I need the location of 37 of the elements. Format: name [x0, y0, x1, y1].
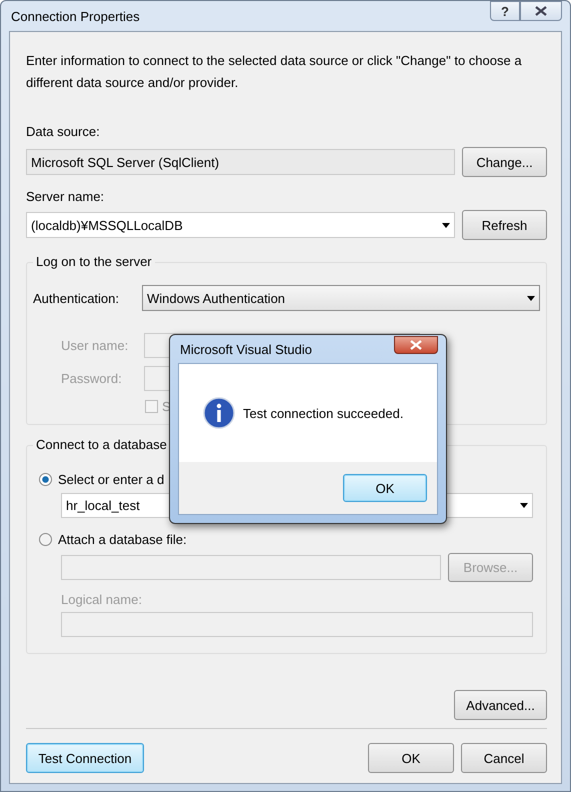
- refresh-button[interactable]: Refresh: [462, 210, 547, 240]
- field-label: Logical name:: [61, 592, 143, 607]
- dialog-button[interactable]: Cancel: [461, 743, 547, 773]
- ok-button[interactable]: OK: [343, 474, 427, 502]
- close-button[interactable]: [520, 1, 562, 21]
- help-button[interactable]: ?: [490, 1, 520, 21]
- advanced-button[interactable]: Advanced...: [454, 690, 547, 720]
- close-button[interactable]: [394, 336, 438, 354]
- field-label: User name:: [61, 338, 130, 353]
- radio-button[interactable]: [39, 473, 52, 486]
- dropdown-arrow-icon: [520, 503, 528, 508]
- field-label: Data source:: [26, 124, 101, 139]
- radio-button[interactable]: [39, 533, 52, 546]
- instructions-text: Enter information to connect to the selected data source or click "Change" to choose a different data source and/or provider.: [26, 52, 523, 92]
- change-button[interactable]: Change...: [462, 147, 547, 177]
- message-text: Test connection succeeded.: [243, 406, 404, 420]
- message-box-title: Microsoft Visual Studio: [180, 342, 313, 356]
- radio-label: Select or enter a d: [58, 472, 164, 487]
- field-label: Password:: [61, 371, 123, 386]
- server-name-combo[interactable]: (localdb)¥MSSQLLocalDB: [26, 212, 455, 238]
- logical-name-field[interactable]: [61, 612, 533, 637]
- dropdown-arrow-icon: [527, 296, 535, 300]
- close-icon: [410, 340, 422, 350]
- file-path-field[interactable]: [61, 555, 441, 580]
- group-title: Log on to the server: [33, 254, 155, 269]
- data-source-field: Microsoft SQL Server (SqlClient): [26, 149, 455, 175]
- dialog-button[interactable]: Test Connection: [26, 743, 144, 773]
- field-label: Authentication:: [33, 290, 120, 306]
- group-title: Connect to a database: [33, 437, 170, 452]
- radio-label: Attach a database file:: [58, 532, 187, 547]
- authentication-combo[interactable]: Windows Authentication: [142, 285, 540, 311]
- close-icon: [535, 6, 547, 16]
- dialog-button[interactable]: OK: [368, 743, 454, 773]
- dropdown-arrow-icon: [442, 222, 450, 228]
- info-icon: [203, 397, 235, 429]
- field-label: Server name:: [26, 189, 106, 204]
- window-title: Connection Properties: [11, 8, 141, 24]
